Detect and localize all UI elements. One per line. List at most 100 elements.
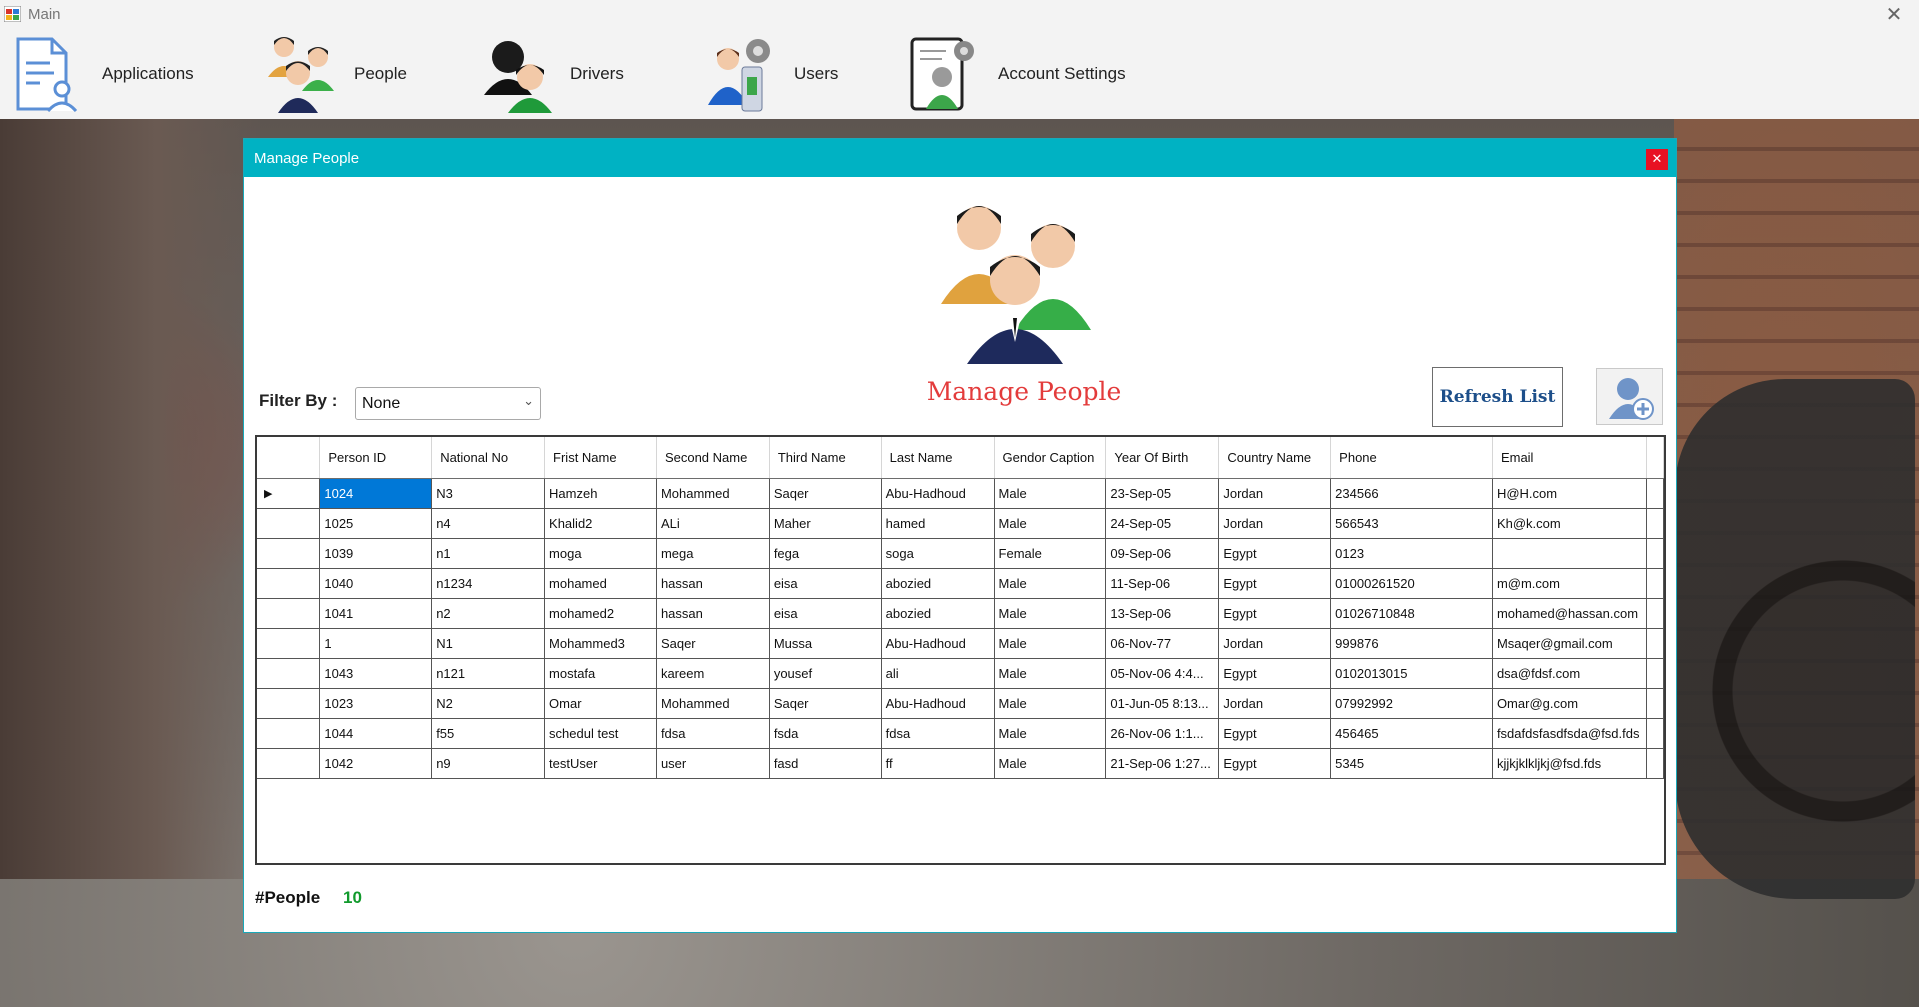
table-cell[interactable]: yousef <box>769 658 882 689</box>
table-cell[interactable]: 1039 <box>319 538 433 569</box>
table-cell[interactable]: dsa@fdsf.com <box>1492 658 1648 689</box>
table-cell[interactable]: Abu-Hadhoud <box>881 478 995 509</box>
table-cell[interactable]: Kh@k.com <box>1492 508 1648 539</box>
table-cell[interactable]: kareem <box>656 658 770 689</box>
table-cell[interactable]: 24-Sep-05 <box>1105 508 1220 539</box>
table-cell[interactable]: 566543 <box>1330 508 1493 539</box>
column-header[interactable]: Second Name <box>656 437 770 479</box>
table-cell[interactable]: Female <box>994 538 1107 569</box>
table-cell[interactable]: mohamed2 <box>544 598 657 629</box>
table-cell[interactable]: 1041 <box>319 598 433 629</box>
table-cell[interactable]: fasd <box>769 748 882 779</box>
table-cell[interactable]: soga <box>881 538 995 569</box>
column-header[interactable]: Frist Name <box>544 437 657 479</box>
row-header[interactable] <box>257 658 321 689</box>
table-row[interactable]: 1025 n4 Khalid2 ALi Maher hamed Male 24-Sep-05 J… <box>257 508 1664 539</box>
table-cell[interactable]: 09-Sep-06 <box>1105 538 1220 569</box>
table-row[interactable]: 1041 n2 mohamed2 hassan eisa abozied Male 13-Se… <box>257 598 1664 629</box>
row-header[interactable] <box>257 628 321 659</box>
table-cell[interactable]: 1024 <box>319 478 433 509</box>
row-header[interactable]: ▶ <box>257 478 321 509</box>
table-cell[interactable]: f55 <box>431 718 546 749</box>
table-cell[interactable]: Hamzeh <box>544 478 657 509</box>
table-cell[interactable]: Jordan <box>1218 478 1332 509</box>
table-cell[interactable]: m@m.com <box>1492 568 1648 599</box>
table-cell[interactable]: Male <box>994 478 1107 509</box>
table-cell[interactable]: N1 <box>431 628 546 659</box>
table-cell[interactable]: 0123 <box>1330 538 1493 569</box>
table-cell[interactable]: Jordan <box>1218 628 1332 659</box>
table-cell[interactable]: abozied <box>881 568 995 599</box>
table-cell[interactable]: schedul test <box>544 718 657 749</box>
table-cell[interactable]: Egypt <box>1218 658 1332 689</box>
table-cell[interactable]: Mohammed <box>656 478 770 509</box>
table-cell[interactable]: fega <box>769 538 882 569</box>
table-cell[interactable]: Msaqer@gmail.com <box>1492 628 1648 659</box>
table-cell[interactable]: Jordan <box>1218 508 1332 539</box>
menu-item-people[interactable]: People <box>262 29 407 119</box>
table-row[interactable]: 1023 N2 Omar Mohammed Saqer Abu-Hadhoud Male 01… <box>257 688 1664 719</box>
table-cell[interactable]: Male <box>994 568 1107 599</box>
table-row[interactable]: ▶ 1024 N3 Hamzeh Mohammed Saqer Abu-Hadhoud Mal… <box>257 478 1664 509</box>
table-row[interactable]: 1039 n1 moga mega fega soga Female 09-Sep-06 Egy… <box>257 538 1664 569</box>
people-data-grid[interactable]: Person ID National No Frist Name Second Nam… <box>255 435 1666 865</box>
table-cell[interactable]: mostafa <box>544 658 657 689</box>
table-cell[interactable]: eisa <box>769 568 882 599</box>
table-cell[interactable] <box>1492 538 1648 569</box>
table-cell[interactable]: Egypt <box>1218 598 1332 629</box>
add-person-button[interactable] <box>1596 368 1663 425</box>
table-cell[interactable]: Omar <box>544 688 657 719</box>
table-cell[interactable]: N3 <box>431 478 546 509</box>
table-cell[interactable]: n2 <box>431 598 546 629</box>
table-cell[interactable]: Egypt <box>1218 718 1332 749</box>
row-header[interactable] <box>257 508 321 539</box>
table-cell[interactable]: Egypt <box>1218 538 1332 569</box>
table-cell[interactable]: 1023 <box>319 688 433 719</box>
column-header[interactable]: Gendor Caption <box>994 437 1107 479</box>
filter-by-select[interactable]: None ⌄ <box>355 387 541 420</box>
table-cell[interactable]: eisa <box>769 598 882 629</box>
table-row[interactable]: 1040 n1234 mohamed hassan eisa abozied Male 11-… <box>257 568 1664 599</box>
column-header[interactable]: Third Name <box>769 437 882 479</box>
table-cell[interactable]: Male <box>994 598 1107 629</box>
table-cell[interactable]: 05-Nov-06 4:4... <box>1105 658 1220 689</box>
table-cell[interactable]: 1040 <box>319 568 433 599</box>
table-cell[interactable]: n1234 <box>431 568 546 599</box>
table-cell[interactable]: 1025 <box>319 508 433 539</box>
refresh-list-button[interactable]: Refresh List <box>1432 367 1563 427</box>
table-cell[interactable]: 1043 <box>319 658 433 689</box>
column-header[interactable]: Last Name <box>881 437 995 479</box>
table-cell[interactable]: hamed <box>881 508 995 539</box>
table-cell[interactable]: Khalid2 <box>544 508 657 539</box>
table-cell[interactable]: 06-Nov-77 <box>1105 628 1220 659</box>
table-cell[interactable]: Male <box>994 628 1107 659</box>
row-header[interactable] <box>257 568 321 599</box>
table-cell[interactable]: 1044 <box>319 718 433 749</box>
table-cell[interactable]: abozied <box>881 598 995 629</box>
table-cell[interactable]: Egypt <box>1218 568 1332 599</box>
table-cell[interactable]: mohamed@hassan.com <box>1492 598 1648 629</box>
table-cell[interactable]: N2 <box>431 688 546 719</box>
table-cell[interactable]: 26-Nov-06 1:1... <box>1105 718 1220 749</box>
table-cell[interactable]: n121 <box>431 658 546 689</box>
table-cell[interactable]: fsda <box>769 718 882 749</box>
row-header[interactable] <box>257 748 321 779</box>
column-header[interactable]: Year Of Birth <box>1105 437 1220 479</box>
table-cell[interactable]: n1 <box>431 538 546 569</box>
table-cell[interactable]: fdsa <box>656 718 770 749</box>
table-cell[interactable]: 23-Sep-05 <box>1105 478 1220 509</box>
column-header[interactable]: Person ID <box>319 437 433 479</box>
column-header[interactable]: National No <box>431 437 546 479</box>
table-cell[interactable]: mohamed <box>544 568 657 599</box>
table-cell[interactable]: n9 <box>431 748 546 779</box>
table-cell[interactable]: 456465 <box>1330 718 1493 749</box>
table-cell[interactable]: kjjkjklkljkj@fsd.fds <box>1492 748 1648 779</box>
column-header[interactable]: Email <box>1492 437 1648 479</box>
table-cell[interactable]: ali <box>881 658 995 689</box>
table-cell[interactable]: Male <box>994 748 1107 779</box>
table-cell[interactable]: Mohammed3 <box>544 628 657 659</box>
table-cell[interactable]: 21-Sep-06 1:27... <box>1105 748 1220 779</box>
row-header[interactable] <box>257 718 321 749</box>
table-cell[interactable]: Saqer <box>769 688 882 719</box>
row-header[interactable] <box>257 598 321 629</box>
